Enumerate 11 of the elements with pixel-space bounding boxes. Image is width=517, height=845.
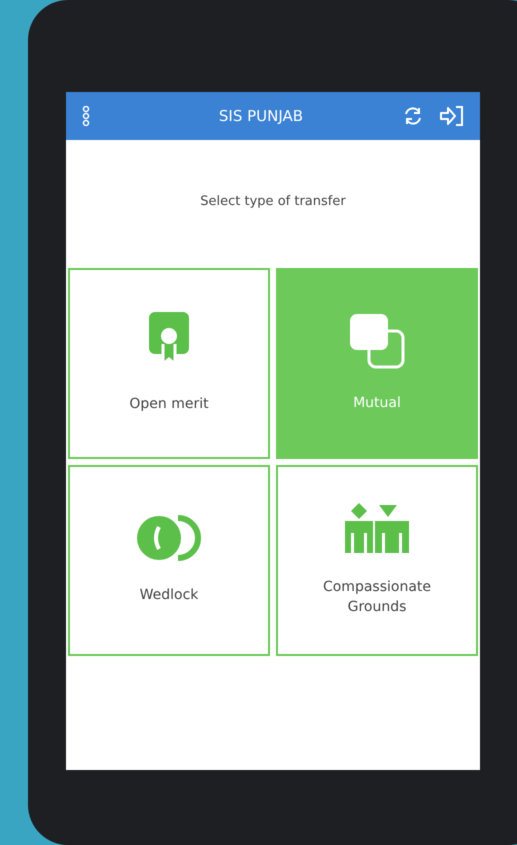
overlapping-squares-icon bbox=[349, 313, 405, 369]
refresh-icon[interactable] bbox=[402, 105, 424, 127]
transfer-type-tile[interactable]: Compassionate Grounds bbox=[276, 464, 478, 656]
app-title: SIS PUNJAB bbox=[218, 106, 304, 127]
logout-icon[interactable] bbox=[440, 105, 464, 127]
prompt-text: Select type of transfer bbox=[199, 193, 347, 211]
more-vertical-icon[interactable] bbox=[82, 106, 90, 126]
two-people-icon bbox=[345, 503, 409, 553]
transfer-type-tile[interactable]: Wedlock bbox=[68, 464, 270, 656]
transfer-type-tile[interactable]: Open merit bbox=[68, 268, 270, 458]
interlocking-rings-icon bbox=[136, 515, 202, 561]
